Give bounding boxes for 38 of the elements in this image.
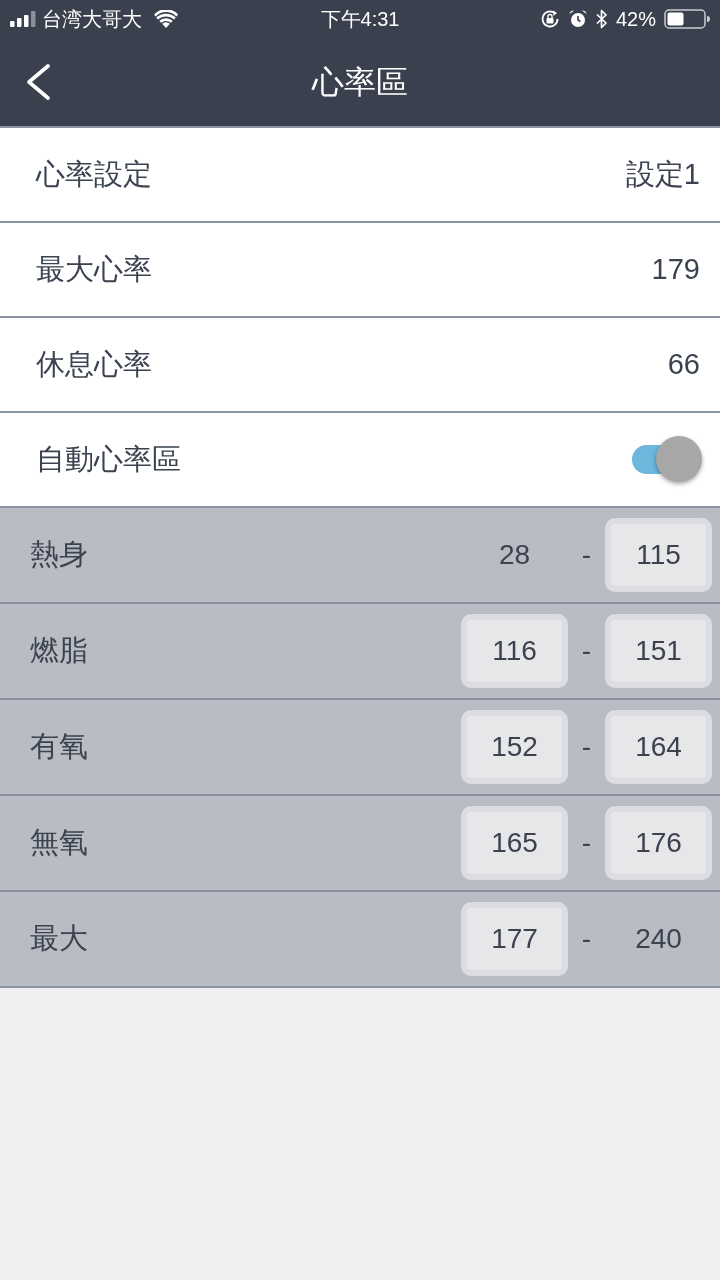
- range-dash: -: [581, 730, 592, 764]
- setting-label: 心率設定: [36, 156, 152, 192]
- signal-icon: [10, 11, 36, 27]
- number-field[interactable]: 165: [461, 806, 568, 880]
- number-text: 28: [498, 538, 531, 572]
- number-field[interactable]: 116: [461, 614, 568, 688]
- setting-value: 設定1: [625, 156, 700, 192]
- zone-label: 最大: [30, 921, 88, 957]
- carrier-name: 台湾大哥大: [42, 7, 142, 32]
- status-time: 下午4:31: [320, 7, 400, 32]
- bluetooth-icon: [595, 9, 608, 29]
- battery-percentage: 42%: [615, 7, 656, 32]
- zone-label: 熱身: [30, 537, 88, 573]
- alarm-clock-icon: [567, 9, 588, 29]
- range-dash: -: [581, 922, 592, 956]
- setting-value: 66: [667, 346, 700, 382]
- number-field[interactable]: 164: [605, 710, 712, 784]
- number-field[interactable]: 151: [605, 614, 712, 688]
- screen-title: 心率區: [312, 63, 408, 102]
- setting-label: 最大心率: [36, 251, 152, 287]
- range-dash: -: [581, 634, 592, 668]
- number-field[interactable]: 176: [605, 806, 712, 880]
- battery-icon: [664, 9, 710, 29]
- range-dash: -: [581, 538, 592, 572]
- rotation-lock-icon: [539, 9, 560, 29]
- zone-label: 燃脂: [30, 633, 88, 669]
- back-icon: [24, 64, 52, 100]
- zone-label: 無氧: [30, 825, 88, 861]
- range-dash: -: [581, 826, 592, 860]
- number-field[interactable]: 115: [605, 518, 712, 592]
- number-field[interactable]: 177: [461, 902, 568, 976]
- wifi-icon: [154, 10, 178, 28]
- setting-label: 休息心率: [36, 346, 152, 382]
- setting-value: 179: [651, 251, 700, 287]
- zone-label: 有氧: [30, 729, 88, 765]
- setting-label: 自動心率區: [36, 441, 181, 477]
- number-text: 240: [635, 922, 682, 956]
- number-field[interactable]: 152: [461, 710, 568, 784]
